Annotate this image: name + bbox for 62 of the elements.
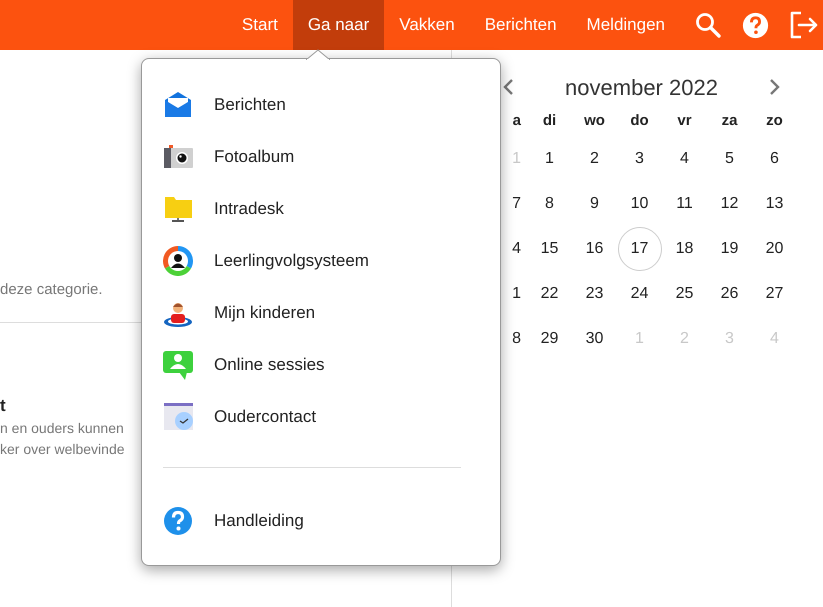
calendar-day[interactable]: 12 xyxy=(720,192,738,216)
menu-item[interactable]: Mijn kinderen xyxy=(163,287,479,339)
calendar-day[interactable]: 16 xyxy=(586,236,604,260)
calendar-day[interactable]: 7 xyxy=(512,192,521,216)
calendar-day[interactable]: 1 xyxy=(512,282,521,306)
calendar-day[interactable]: 25 xyxy=(676,282,694,306)
calendar-day[interactable]: 10 xyxy=(630,192,648,216)
calendar-day[interactable]: 23 xyxy=(586,282,604,306)
calendar-day[interactable]: 17 xyxy=(618,226,662,270)
menu-item[interactable]: Berichten xyxy=(163,79,479,131)
help-icon xyxy=(163,506,193,536)
calendar-day[interactable]: 8 xyxy=(545,192,554,216)
weekday-label: di xyxy=(542,110,556,131)
envelope-icon xyxy=(163,90,193,120)
search-icon[interactable] xyxy=(694,11,722,39)
calendar-day[interactable]: 29 xyxy=(540,326,558,350)
category-note: deze categorie. xyxy=(0,280,103,300)
calendar-day[interactable]: 2 xyxy=(590,146,599,170)
calendar-day[interactable]: 5 xyxy=(725,146,734,170)
weekday-label: a xyxy=(512,110,521,131)
help-icon[interactable] xyxy=(742,12,769,38)
weekday-label: vr xyxy=(677,110,692,131)
menu-item[interactable]: Online sessies xyxy=(163,339,479,391)
menu-item[interactable]: Handleiding xyxy=(163,495,479,547)
calendar-day[interactable]: 30 xyxy=(586,326,604,350)
menu-item[interactable]: Oudercontact xyxy=(163,391,479,443)
calendar-day[interactable]: 6 xyxy=(770,146,779,170)
menu-item[interactable]: Fotoalbum xyxy=(163,131,479,183)
nav-tab[interactable]: Ga naar xyxy=(292,0,384,50)
folder-icon xyxy=(163,194,193,224)
student-icon xyxy=(163,246,193,276)
calendar-day[interactable]: 18 xyxy=(676,236,694,260)
weekday-label: za xyxy=(722,110,738,131)
calendar-day[interactable]: 19 xyxy=(720,236,738,260)
weekday-label: wo xyxy=(584,110,605,131)
item-description: ker over welbevinde xyxy=(0,440,125,459)
calendar-day[interactable]: 27 xyxy=(766,282,784,306)
calendar-clock-icon xyxy=(163,402,193,432)
calendar-day[interactable]: 1 xyxy=(545,146,554,170)
calendar-day[interactable]: 11 xyxy=(676,192,693,216)
item-description: n en ouders kunnen xyxy=(0,419,124,438)
calendar-day[interactable]: 8 xyxy=(512,326,521,350)
weekday-label: do xyxy=(630,110,649,131)
menu-item[interactable]: Intradesk xyxy=(163,183,479,235)
next-month-icon[interactable] xyxy=(768,78,781,96)
calendar-day[interactable]: 3 xyxy=(635,146,644,170)
previous-month-icon[interactable] xyxy=(502,78,514,96)
calendar-day[interactable]: 24 xyxy=(630,282,648,306)
calendar-day[interactable]: 4 xyxy=(680,146,689,170)
month-title: november 2022 xyxy=(565,74,718,102)
weekday-label: zo xyxy=(766,110,783,131)
calendar-day[interactable]: 20 xyxy=(766,236,784,260)
calendar-day[interactable]: 4 xyxy=(512,236,521,260)
calendar-day[interactable]: 9 xyxy=(590,192,599,216)
calendar-day[interactable]: 13 xyxy=(766,192,784,216)
logout-icon[interactable] xyxy=(789,11,819,39)
menu-item[interactable]: Leerlingvolgsysteem xyxy=(163,235,479,287)
calendar-day[interactable]: 26 xyxy=(720,282,738,306)
calendar-day[interactable]: 22 xyxy=(540,282,558,306)
chat-person-icon xyxy=(163,350,193,380)
item-title: t xyxy=(0,394,6,416)
calendar-day[interactable]: 15 xyxy=(540,236,558,260)
